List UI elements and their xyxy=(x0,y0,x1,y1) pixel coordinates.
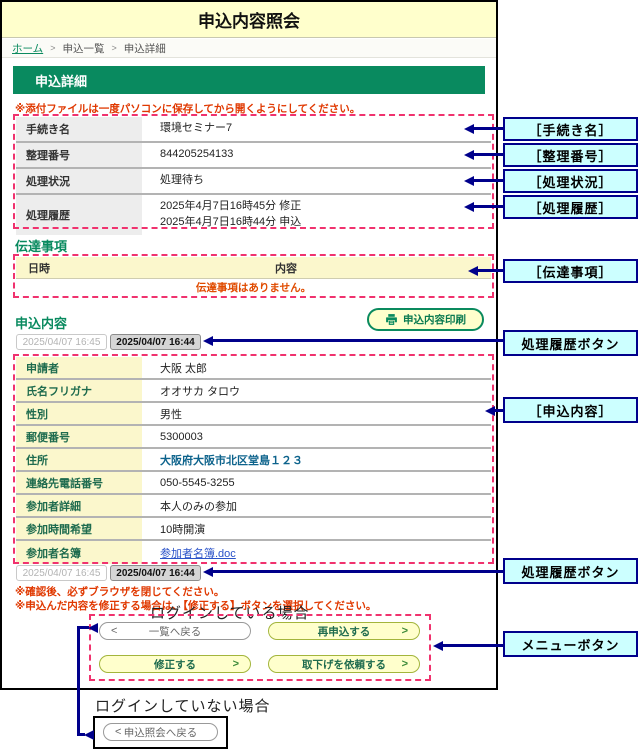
breadcrumb: ホーム > 申込一覧 > 申込詳細 xyxy=(2,39,496,58)
history-tab-active[interactable]: 2025/04/07 16:44 xyxy=(110,334,201,350)
history-tabs-bottom: 2025/04/07 16:45 2025/04/07 16:44 xyxy=(16,565,201,581)
breadcrumb-separator: > xyxy=(111,43,116,53)
annotation-arrow xyxy=(212,339,503,342)
footer-warning-line: ※確認後、必ずブラウザを閉じてください。 xyxy=(15,586,376,600)
connector-arrowhead-bottom xyxy=(84,730,94,740)
annotation-history-button-bottom: 処理履歴ボタン xyxy=(503,558,638,584)
section-header-bar: 申込詳細 xyxy=(13,66,485,94)
summary-highlight-box xyxy=(13,114,494,229)
connector-line-vertical xyxy=(77,626,80,736)
back-to-inquiry-button[interactable]: < 申込照会へ戻る xyxy=(103,723,218,741)
annotation-arrow xyxy=(477,269,503,272)
section-header-label: 申込詳細 xyxy=(35,71,87,90)
annotation-arrowhead xyxy=(203,567,213,577)
annotation-arrow xyxy=(473,205,503,208)
chevron-left-icon: < xyxy=(115,726,121,738)
annotation-processing-history: ［処理履歴］ xyxy=(503,195,638,219)
notice-heading: 伝達事項 xyxy=(15,236,67,255)
annotation-arrowhead xyxy=(485,406,495,416)
annotation-processing-status: ［処理状況］ xyxy=(503,169,638,193)
annotation-application-content: ［申込内容］ xyxy=(503,397,638,423)
annotation-arrowhead xyxy=(468,266,478,276)
back-to-inquiry-label: 申込照会へ戻る xyxy=(124,725,198,740)
annotation-arrowhead xyxy=(464,124,474,134)
connector-arrowhead-top xyxy=(88,623,98,633)
annotation-arrowhead xyxy=(464,202,474,212)
annotation-arrowhead xyxy=(203,336,213,346)
history-tabs-top: 2025/04/07 16:45 2025/04/07 16:44 xyxy=(16,334,201,350)
page-title: 申込内容照会 xyxy=(198,7,300,32)
annotation-notices: ［伝達事項］ xyxy=(503,259,638,283)
annotation-arrow xyxy=(473,153,503,156)
history-tab[interactable]: 2025/04/07 16:45 xyxy=(16,565,107,581)
annotation-arrow xyxy=(212,570,503,573)
annotation-arrowhead xyxy=(433,641,443,651)
annotation-arrow xyxy=(442,644,503,647)
menu-highlight-box xyxy=(89,614,431,681)
annotation-menu-buttons: メニューボタン xyxy=(503,631,638,657)
annotation-procedure-name: ［手続き名］ xyxy=(503,117,638,141)
application-heading: 申込内容 xyxy=(15,313,67,332)
history-tab[interactable]: 2025/04/07 16:45 xyxy=(16,334,107,350)
history-tab-active[interactable]: 2025/04/07 16:44 xyxy=(110,565,201,581)
breadcrumb-separator: > xyxy=(50,43,55,53)
screenshot-root: 申込内容照会 ホーム > 申込一覧 > 申込詳細 申込詳細 ※添付ファイルは一度… xyxy=(0,0,640,755)
detail-highlight-box xyxy=(13,354,494,564)
print-button[interactable]: 申込内容印刷 xyxy=(367,308,484,331)
breadcrumb-list: 申込一覧 xyxy=(62,41,104,56)
breadcrumb-home-link[interactable]: ホーム xyxy=(12,41,43,56)
annotation-arrow xyxy=(473,127,503,130)
print-button-label: 申込内容印刷 xyxy=(403,312,466,327)
annotation-reference-number: ［整理番号］ xyxy=(503,143,638,167)
logout-case-label: ログインしていない場合 xyxy=(95,695,271,716)
annotation-history-button-top: 処理履歴ボタン xyxy=(503,330,638,356)
page-title-bar: 申込内容照会 xyxy=(2,2,496,38)
printer-icon xyxy=(385,313,398,326)
breadcrumb-detail: 申込詳細 xyxy=(124,41,166,56)
annotation-arrowhead xyxy=(464,150,474,160)
page-frame: 申込内容照会 ホーム > 申込一覧 > 申込詳細 申込詳細 ※添付ファイルは一度… xyxy=(0,0,498,690)
annotation-arrow xyxy=(494,409,503,412)
annotation-arrowhead xyxy=(464,176,474,186)
notice-highlight-box xyxy=(13,254,494,298)
annotation-arrow xyxy=(473,179,503,182)
